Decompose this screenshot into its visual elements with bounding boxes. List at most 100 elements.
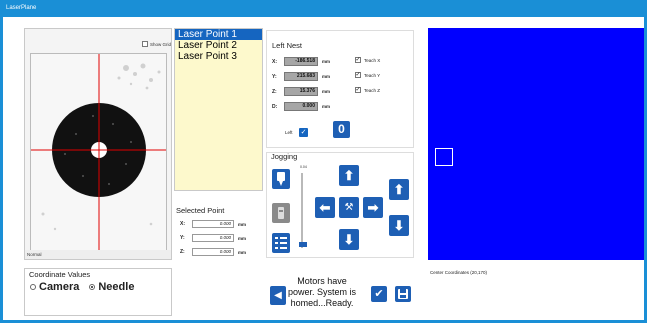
left-checkbox[interactable]: ✓	[299, 128, 308, 137]
laser-point-item-2[interactable]: Laser Point 2	[175, 40, 262, 51]
selected-y-label: Y:	[180, 235, 185, 241]
selected-z-row: Z: 0.000 mm	[180, 248, 246, 256]
checkmark-icon: ✔	[374, 288, 384, 300]
jog-speed-slider[interactable]	[301, 173, 303, 248]
selected-x-label: X:	[180, 221, 185, 227]
center-coordinates: Center Coordinates (20,170)	[430, 270, 488, 275]
jogging-title: Jogging	[271, 152, 298, 161]
selected-x-field[interactable]: 0.000	[192, 220, 234, 228]
jog-z-up-button[interactable]: ⬆	[389, 179, 409, 200]
nest-x-row: X: -186.518 mm	[272, 57, 330, 66]
nest-y-row: Y: 215.683 mm	[272, 72, 330, 81]
target-view[interactable]	[428, 28, 644, 260]
coordinate-radio-group: Camera Needle	[30, 281, 134, 293]
nest-x-value: -186.518	[284, 57, 318, 66]
camera-view[interactable]	[30, 53, 167, 251]
window-border-left	[0, 17, 3, 323]
arrow-down-icon: ⬇	[393, 218, 405, 233]
arrow-left-icon: ◀	[274, 290, 282, 301]
left-label: Left	[285, 130, 293, 135]
selected-y-unit: mm	[238, 235, 247, 241]
laser-point-list[interactable]: Laser Point 1 Laser Point 2 Laser Point …	[174, 28, 263, 191]
show-grid-label: Show Grid	[150, 41, 172, 47]
jog-slider-tick: 0.04	[300, 165, 307, 169]
selected-point-title: Selected Point	[176, 206, 225, 215]
jog-speed-slider-thumb[interactable]	[299, 242, 307, 247]
step-list-icon	[275, 237, 287, 249]
selected-y-field[interactable]: 0.000	[192, 234, 234, 242]
teach-z-label: Teach Z	[364, 87, 381, 93]
arrow-up-icon: ⬆	[343, 168, 355, 183]
nest-y-value: 215.683	[284, 72, 318, 81]
laser-point-item-1[interactable]: Laser Point 1	[175, 29, 262, 40]
home-tool-icon: ⚒	[344, 202, 354, 213]
needle-down-button[interactable]	[272, 169, 290, 189]
arrow-down-icon: ⬇	[343, 232, 355, 247]
selected-x-unit: mm	[238, 221, 247, 227]
selected-y-row: Y: 0.000 mm	[180, 234, 246, 242]
selected-x-row: X: 0.000 mm	[180, 220, 246, 228]
nest-d-unit: mm	[322, 104, 331, 109]
nest-y-unit: mm	[322, 74, 331, 79]
teach-y-checkbox[interactable]: ✓ Teach Y	[355, 72, 380, 78]
nest-z-value: 15.376	[284, 87, 318, 96]
nest-z-row: Z: 15.376 mm	[272, 87, 330, 96]
teach-y-check-icon[interactable]: ✓	[355, 72, 361, 78]
arrow-right-icon: ➡	[367, 200, 379, 215]
needle-radio-dot[interactable]	[89, 284, 96, 290]
camera-radio-dot[interactable]	[30, 284, 36, 290]
nest-d-label: D:	[272, 103, 278, 110]
arrow-left-icon: ⬅	[319, 200, 331, 215]
arrow-up-icon: ⬆	[393, 182, 405, 197]
nest-z-label: Z:	[272, 88, 277, 95]
jog-up-button[interactable]: ⬆	[339, 165, 359, 186]
jog-down-button[interactable]: ⬇	[339, 229, 359, 250]
teach-z-checkbox[interactable]: ✓ Teach Z	[355, 87, 380, 93]
nest-d-value: 0.000	[284, 102, 318, 111]
coordinate-values-panel: Coordinate Values Camera Needle	[24, 268, 172, 316]
camera-radio-label: Camera	[39, 281, 80, 293]
needle-radio[interactable]: Needle	[89, 281, 134, 293]
selected-z-label: Z:	[180, 249, 185, 255]
motor-status-text: Motors have power. System is homed...Rea…	[287, 276, 357, 308]
camera-image	[31, 54, 166, 250]
needle-icon	[277, 172, 285, 186]
camera-radio[interactable]: Camera	[30, 281, 79, 293]
left-nest-title: Left Nest	[272, 41, 303, 50]
jog-left-button[interactable]: ⬅	[315, 197, 335, 218]
step-settings-button[interactable]	[272, 233, 290, 253]
teach-y-label: Teach Y	[364, 72, 381, 78]
dispense-icon	[278, 207, 284, 219]
jogging-panel: Jogging 0.04 ⬆ ⬅ ⚒ ➡ ⬇ ⬆ ⬇	[266, 152, 414, 258]
confirm-button[interactable]: ✔	[371, 286, 387, 302]
nest-y-label: Y:	[272, 73, 277, 80]
teach-z-check-icon[interactable]: ✓	[355, 87, 361, 93]
left-nest-panel: Left Nest X: -186.518 mm Y: 215.683 mm Z…	[266, 30, 414, 148]
nest-z-unit: mm	[322, 89, 331, 94]
selected-z-unit: mm	[238, 249, 247, 255]
show-grid-checkbox[interactable]: Show Grid	[142, 41, 171, 47]
dispense-button[interactable]	[272, 203, 290, 223]
laser-point-item-3[interactable]: Laser Point 3	[175, 51, 262, 62]
teach-x-label: Teach X	[364, 57, 381, 63]
window-title: LaserPlane	[0, 0, 647, 17]
camera-status: Normal	[25, 250, 171, 259]
zero-button[interactable]: 0	[333, 121, 350, 138]
teach-x-checkbox[interactable]: ✓ Teach X	[355, 57, 380, 63]
nest-x-unit: mm	[322, 59, 331, 64]
nest-d-row: D: 0.000 mm	[272, 102, 330, 111]
coordinate-values-title: Coordinate Values	[29, 270, 91, 279]
jog-home-button[interactable]: ⚒	[339, 197, 359, 218]
show-grid-check-box[interactable]	[142, 41, 148, 47]
nest-x-label: X:	[272, 58, 277, 65]
jog-right-button[interactable]: ➡	[363, 197, 383, 218]
selected-z-field[interactable]: 0.000	[192, 248, 234, 256]
back-button[interactable]: ◀	[270, 286, 286, 305]
needle-radio-label: Needle	[98, 281, 135, 293]
camera-panel: Show Grid Normal	[24, 28, 172, 260]
save-button[interactable]	[395, 286, 411, 302]
teach-x-check-icon[interactable]: ✓	[355, 57, 361, 63]
target-marker	[435, 148, 453, 166]
jog-z-down-button[interactable]: ⬇	[389, 215, 409, 236]
save-icon	[398, 289, 408, 299]
